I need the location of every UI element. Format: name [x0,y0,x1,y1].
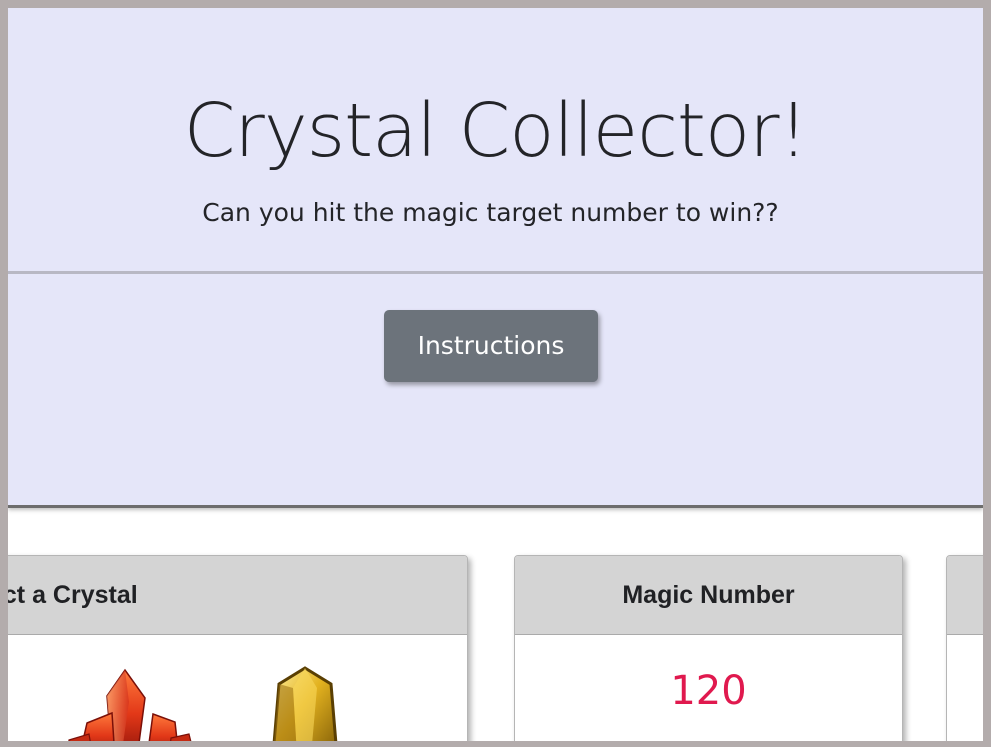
select-crystal-card: ect a Crystal [8,555,468,741]
page-title: Crystal Collector! [183,88,809,174]
third-card-header [947,556,983,635]
page-frame: Crystal Collector! Can you hit the magic… [8,8,983,741]
red-crystal-icon[interactable] [67,668,197,741]
page-subtitle: Can you hit the magic target number to w… [202,198,779,227]
divider [8,271,983,274]
magic-number-header: Magic Number [515,556,902,635]
select-crystal-header-text: ect a Crystal [8,581,138,609]
third-card [946,555,983,741]
jumbotron: Crystal Collector! Can you hit the magic… [8,8,983,508]
gold-crystal-icon[interactable] [269,666,341,741]
select-crystal-header: ect a Crystal [8,556,467,635]
instructions-button[interactable]: Instructions [384,310,598,382]
magic-number-value: 120 [670,668,747,714]
magic-number-card: Magic Number 120 [514,555,903,741]
